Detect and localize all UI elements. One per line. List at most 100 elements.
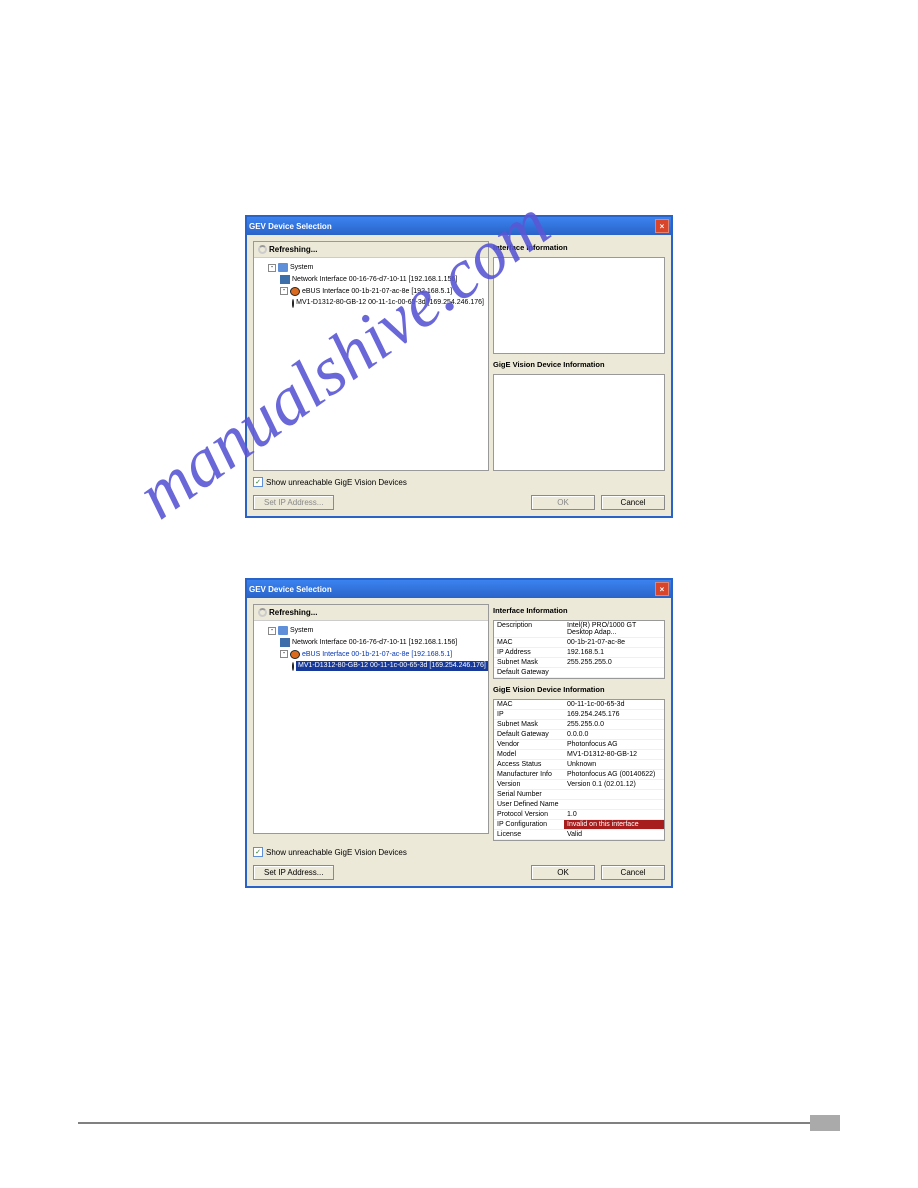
checkbox-checked-icon[interactable]: ✓ — [253, 477, 263, 487]
property-key: IP Address — [494, 648, 564, 657]
property-row: IP ConfigurationInvalid on this interfac… — [494, 820, 664, 830]
tree-node-network-if[interactable]: Network Interface 00-16-76-d7-10-11 [192… — [258, 274, 484, 286]
ok-button[interactable]: OK — [531, 495, 595, 510]
property-key: IP — [494, 710, 564, 719]
show-unreachable-row[interactable]: ✓ Show unreachable GigE Vision Devices — [253, 477, 665, 487]
tree-label: Network Interface 00-16-76-d7-10-11 [192… — [292, 638, 457, 648]
property-value — [564, 800, 664, 809]
tree-node-ebus-if[interactable]: - eBUS Interface 00-1b-21-07-ac-8e [192.1… — [258, 286, 484, 298]
property-value: 169.254.245.176 — [564, 710, 664, 719]
cancel-button[interactable]: Cancel — [601, 865, 665, 880]
refreshing-header: Refreshing... — [254, 605, 488, 621]
property-key: License — [494, 830, 564, 839]
property-key: Vendor — [494, 740, 564, 749]
gev-dialog-2: GEV Device Selection × Refreshing... - Sy… — [245, 578, 673, 888]
device-tree-pane[interactable]: Refreshing... - System Network Interface … — [253, 241, 489, 471]
tree-label: MV1-D1312-80-GB-12 00-11-1c-00-65-3d [16… — [296, 298, 484, 308]
property-value: 1.0 — [564, 810, 664, 819]
tree-node-camera-selected[interactable]: MV1-D1312-80-GB-12 00-11-1c-00-65-3d [16… — [258, 660, 484, 672]
nic-icon — [280, 638, 290, 647]
property-key: Default Gateway — [494, 668, 564, 677]
device-tree[interactable]: - System Network Interface 00-16-76-d7-10… — [254, 258, 488, 313]
checkbox-checked-icon[interactable]: ✓ — [253, 847, 263, 857]
collapse-icon[interactable]: - — [280, 287, 288, 295]
ok-button[interactable]: OK — [531, 865, 595, 880]
collapse-icon[interactable]: - — [268, 264, 276, 272]
set-ip-button[interactable]: Set IP Address... — [253, 495, 334, 510]
refreshing-header: Refreshing... — [254, 242, 488, 258]
property-row: IP169.254.245.176 — [494, 710, 664, 720]
property-value: 0.0.0.0 — [564, 730, 664, 739]
titlebar[interactable]: GEV Device Selection × — [247, 580, 671, 598]
property-key: Access Status — [494, 760, 564, 769]
property-row: User Defined Name — [494, 800, 664, 810]
footer-rule — [78, 1122, 840, 1124]
property-key: Protocol Version — [494, 810, 564, 819]
property-row: Default Gateway0.0.0.0 — [494, 730, 664, 740]
close-icon[interactable]: × — [655, 219, 669, 233]
property-value: Photonfocus AG — [564, 740, 664, 749]
property-key: Default Gateway — [494, 730, 564, 739]
property-row: Subnet Mask255.255.0.0 — [494, 720, 664, 730]
property-value: Intel(R) PRO/1000 GT Desktop Adap... — [564, 621, 664, 637]
property-value: 255.255.0.0 — [564, 720, 664, 729]
device-tree-pane[interactable]: Refreshing... - System Network Interface … — [253, 604, 489, 834]
tree-node-network-if[interactable]: Network Interface 00-16-76-d7-10-11 [192… — [258, 637, 484, 649]
collapse-icon[interactable]: - — [268, 627, 276, 635]
property-value: 255.255.255.0 — [564, 658, 664, 667]
property-row: IP Address192.168.5.1 — [494, 648, 664, 658]
property-value: 00-11-1c-00-65-3d — [564, 700, 664, 709]
property-key: User Defined Name — [494, 800, 564, 809]
camera-icon — [292, 662, 294, 671]
tree-label: System — [290, 263, 313, 273]
device-tree[interactable]: - System Network Interface 00-16-76-d7-10… — [254, 621, 488, 676]
property-row: MAC00-1b-21-07-ac-8e — [494, 638, 664, 648]
set-ip-button[interactable]: Set IP Address... — [253, 865, 334, 880]
tree-label: eBUS Interface 00-1b-21-07-ac-8e [192.16… — [302, 287, 452, 297]
ebus-icon — [290, 650, 300, 659]
property-value: 00-1b-21-07-ac-8e — [564, 638, 664, 647]
tree-node-system[interactable]: - System — [258, 625, 484, 637]
spinner-icon — [258, 608, 267, 617]
property-value: MV1-D1312-80-GB-12 — [564, 750, 664, 759]
device-info-title: GigE Vision Device Information — [493, 685, 665, 694]
property-value: Version 0.1 (02.01.12) — [564, 780, 664, 789]
property-key: Subnet Mask — [494, 658, 564, 667]
property-row: DescriptionIntel(R) PRO/1000 GT Desktop … — [494, 621, 664, 638]
tree-label: Network Interface 00-16-76-d7-10-11 [192… — [292, 275, 457, 285]
property-row: Protocol Version1.0 — [494, 810, 664, 820]
tree-node-camera[interactable]: MV1-D1312-80-GB-12 00-11-1c-00-65-3d [16… — [258, 297, 484, 309]
nic-icon — [280, 275, 290, 284]
titlebar[interactable]: GEV Device Selection × — [247, 217, 671, 235]
property-key: Version — [494, 780, 564, 789]
show-unreachable-row[interactable]: ✓ Show unreachable GigE Vision Devices — [253, 847, 665, 857]
refreshing-label: Refreshing... — [269, 245, 317, 254]
show-unreachable-label: Show unreachable GigE Vision Devices — [266, 848, 407, 857]
tree-node-system[interactable]: - System — [258, 262, 484, 274]
system-icon — [278, 263, 288, 272]
property-key: Description — [494, 621, 564, 637]
iface-info-title: Interface Information — [493, 606, 665, 615]
property-row: Serial Number — [494, 790, 664, 800]
property-value — [564, 790, 664, 799]
property-row: LicenseValid — [494, 830, 664, 840]
property-key: Serial Number — [494, 790, 564, 799]
property-key: MAC — [494, 700, 564, 709]
collapse-icon[interactable]: - — [280, 650, 288, 658]
property-value: Photonfocus AG (00140622) — [564, 770, 664, 779]
tree-label: System — [290, 626, 313, 636]
property-key: Manufacturer Info — [494, 770, 564, 779]
iface-info-title: Interface Information — [493, 243, 665, 252]
device-info-title: GigE Vision Device Information — [493, 360, 665, 369]
property-value: 192.168.5.1 — [564, 648, 664, 657]
property-value — [564, 668, 664, 677]
tree-node-ebus-if[interactable]: -eBUS Interface 00-1b-21-07-ac-8e [192.1… — [258, 649, 484, 661]
tree-label: MV1-D1312-80-GB-12 00-11-1c-00-65-3d [16… — [296, 661, 488, 671]
cancel-button[interactable]: Cancel — [601, 495, 665, 510]
dialog-title: GEV Device Selection — [249, 222, 332, 231]
property-value: Unknown — [564, 760, 664, 769]
property-key: IP Configuration — [494, 820, 564, 829]
property-key: Subnet Mask — [494, 720, 564, 729]
close-icon[interactable]: × — [655, 582, 669, 596]
ebus-icon — [290, 287, 300, 296]
